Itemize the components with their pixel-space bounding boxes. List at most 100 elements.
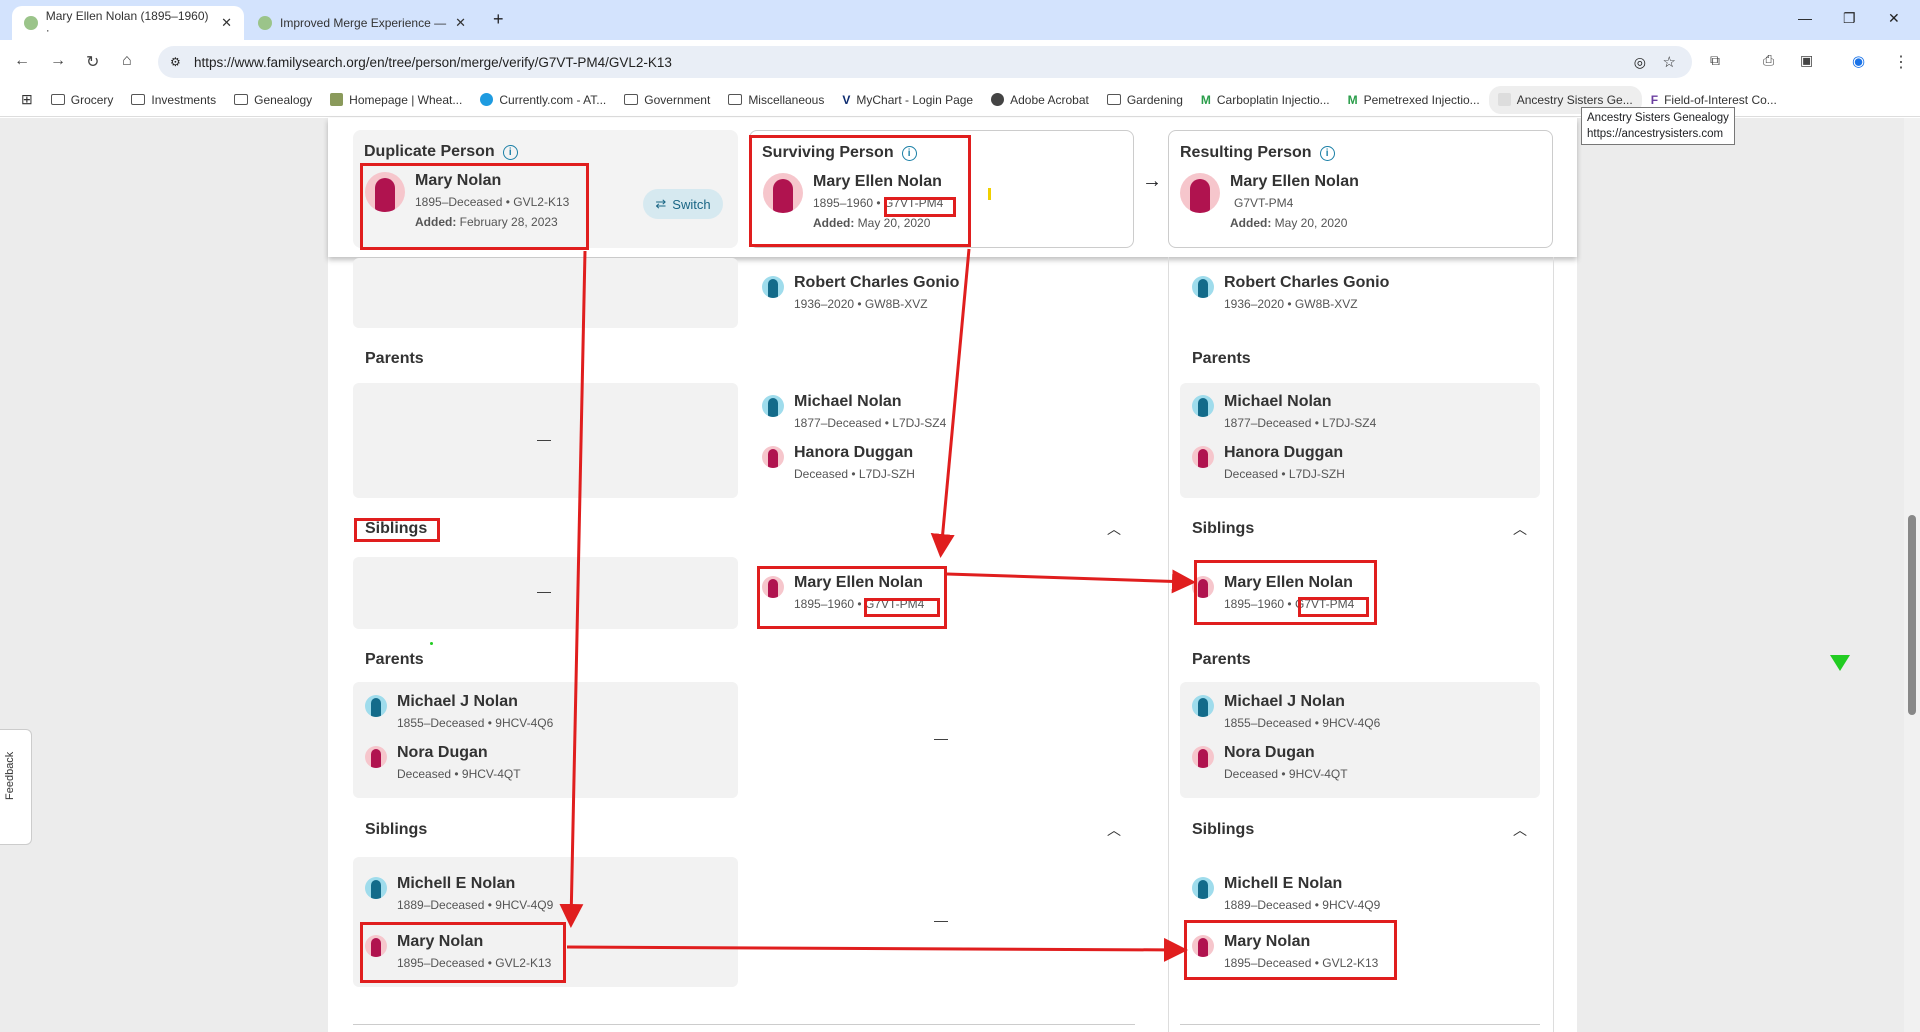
eye-off-icon[interactable]: ◎ (1634, 54, 1646, 71)
parents-label: Parents (1192, 651, 1251, 668)
bookmark[interactable]: Currently.com - AT... (471, 93, 615, 107)
info-icon[interactable]: i (1319, 145, 1335, 161)
person-name: Michell E Nolan (1224, 875, 1343, 892)
bookmark-label: Ancestry Sisters Ge... (1516, 92, 1633, 107)
url-field[interactable]: ⚙ https://www.familysearch.org/en/tree/pe… (158, 46, 1692, 78)
close-tab-icon[interactable]: ✕ (221, 15, 232, 31)
parent-father[interactable]: Michael Nolan 1877–Deceased • L7DJ-SZ4 (762, 393, 946, 430)
male-avatar-icon (1192, 877, 1214, 899)
parent-father[interactable]: Michael J Nolan 1855–Deceased • 9HCV-4Q6 (1192, 693, 1380, 730)
divider (353, 1024, 1135, 1025)
bookmark-label: Government (644, 92, 711, 107)
parent-father[interactable]: Michael J Nolan 1855–Deceased • 9HCV-4Q6 (365, 693, 553, 730)
medline-icon: M (1347, 92, 1358, 107)
annotation-box (864, 598, 940, 617)
tab-search-icon[interactable]: ▣ (1800, 52, 1813, 69)
bookmark[interactable]: Investments (122, 93, 225, 107)
tab-improved-merge[interactable]: Improved Merge Experience — ✕ (246, 6, 478, 40)
menu-icon[interactable]: ⋮ (1893, 52, 1909, 72)
profile-icon[interactable]: ◉ (1852, 52, 1865, 70)
info-icon[interactable]: i (502, 144, 518, 160)
feedback-tab[interactable]: Feedback (0, 729, 32, 845)
bookmark[interactable]: Government (615, 93, 719, 107)
annotation-box (1184, 920, 1397, 980)
bookmark-label: Currently.com - AT... (499, 92, 607, 107)
resulting-person[interactable]: Mary Ellen Nolan G7VT-PM4 Added: May 20, 2… (1180, 173, 1359, 230)
bookmark[interactable]: Homepage | Wheat... (321, 93, 471, 107)
bookmark[interactable]: Adobe Acrobat (982, 93, 1098, 107)
annotation-box (354, 518, 440, 542)
chevron-up-icon[interactable]: ︿ (1513, 519, 1527, 539)
empty-dash: — (934, 730, 948, 746)
home-icon[interactable]: ⌂ (122, 52, 132, 70)
male-avatar-icon (1192, 276, 1214, 298)
spouse-resulting[interactable]: Robert Charles Gonio 1936–2020 • GW8B-XVZ (1192, 274, 1389, 311)
tab-mary-ellen-nolan[interactable]: Mary Ellen Nolan (1895–1960) · ✕ (12, 6, 244, 40)
medline-icon: M (1200, 92, 1211, 107)
folder-icon (624, 94, 639, 105)
apps-icon[interactable]: ⊞ (12, 91, 42, 108)
person-detail: Deceased • 9HCV-4QT (1224, 767, 1348, 781)
bookmark[interactable]: Gardening (1098, 93, 1192, 107)
bookmark[interactable]: V MyChart - Login Page (833, 93, 982, 107)
star-icon[interactable]: ☆ (1663, 53, 1676, 71)
person-detail: Deceased • 9HCV-4QT (397, 767, 521, 781)
bookmark[interactable]: F Field-of-Interest Co... (1642, 93, 1786, 107)
folder-icon (1106, 94, 1121, 105)
parent-father[interactable]: Michael Nolan 1877–Deceased • L7DJ-SZ4 (1192, 393, 1376, 430)
tab-bar: Mary Ellen Nolan (1895–1960) · ✕ Improved… (0, 0, 1920, 40)
switch-button[interactable]: ⇄ Switch (643, 189, 723, 219)
close-window-icon[interactable]: ✕ (1888, 10, 1900, 27)
bookmark-tooltip: Ancestry Sisters Genealogy https://ancest… (1581, 107, 1735, 145)
empty-dash: — (934, 912, 948, 928)
parent-mother[interactable]: Hanora Duggan Deceased • L7DJ-SZH (762, 444, 915, 481)
person-name: Michell E Nolan (397, 875, 516, 892)
url-text: https://www.familysearch.org/en/tree/per… (194, 54, 672, 70)
site-settings-icon[interactable]: ⚙ (170, 55, 181, 69)
person-name: Michael Nolan (1224, 393, 1332, 410)
spouse-surviving[interactable]: Robert Charles Gonio 1936–2020 • GW8B-XVZ (762, 274, 959, 311)
person-name: Nora Dugan (397, 744, 488, 761)
globe-icon (991, 93, 1005, 106)
print-icon[interactable]: ⎙ (1763, 52, 1774, 69)
chevron-up-icon[interactable]: ︿ (1107, 519, 1121, 539)
bookmark[interactable]: M Pemetrexed Injectio... (1339, 93, 1489, 107)
bookmark[interactable]: Miscellaneous (719, 93, 833, 107)
forward-icon[interactable]: → (50, 52, 66, 70)
person-detail: 1889–Deceased • 9HCV-4Q9 (1224, 898, 1381, 912)
minimize-icon[interactable]: — (1798, 10, 1812, 26)
tab-label: Mary Ellen Nolan (1895–1960) · (45, 9, 209, 37)
close-tab-icon[interactable]: ✕ (455, 15, 466, 31)
siblings-label: Siblings (365, 821, 428, 838)
new-tab-button[interactable]: + (493, 9, 504, 30)
parent-mother[interactable]: Nora Dugan Deceased • 9HCV-4QT (365, 744, 521, 781)
chevron-up-icon[interactable]: ︿ (1513, 820, 1527, 840)
bookmark[interactable]: Genealogy (225, 93, 321, 107)
duplicate-parents-empty: — (353, 383, 738, 498)
scrollbar-thumb[interactable] (1908, 515, 1916, 715)
back-icon[interactable]: ← (14, 52, 30, 70)
restore-icon[interactable]: ❐ (1843, 10, 1856, 27)
bookmark[interactable]: Grocery (42, 93, 123, 107)
parent-mother[interactable]: Hanora Duggan Deceased • L7DJ-SZH (1192, 444, 1345, 481)
sibling[interactable]: Michell E Nolan 1889–Deceased • 9HCV-4Q9 (365, 875, 553, 912)
site-icon (1497, 93, 1511, 106)
extensions-icon[interactable]: ⧉ (1710, 52, 1720, 69)
switch-label: Switch (672, 196, 711, 212)
reload-icon[interactable]: ↻ (86, 52, 99, 72)
person-name: Hanora Duggan (794, 444, 914, 461)
parent-mother[interactable]: Nora Dugan Deceased • 9HCV-4QT (1192, 744, 1348, 781)
bookmark-label: Carboplatin Injectio... (1216, 92, 1330, 107)
sibling[interactable]: Michell E Nolan 1889–Deceased • 9HCV-4Q9 (1192, 875, 1380, 912)
chevron-up-icon[interactable]: ︿ (1107, 820, 1121, 840)
person-name: Hanora Duggan (1224, 444, 1344, 461)
duplicate-title: Duplicate Person i (364, 143, 518, 161)
familysearch-tree-icon (258, 16, 272, 30)
bookmark[interactable]: M Carboplatin Injectio... (1192, 93, 1339, 107)
title-text: Duplicate Person (364, 143, 495, 160)
person-detail: Deceased • L7DJ-SZH (794, 467, 915, 481)
folder-icon (234, 94, 249, 105)
green-triangle-marker (1830, 655, 1850, 671)
female-avatar-icon (1192, 446, 1214, 468)
bookmark-label: Homepage | Wheat... (349, 92, 463, 107)
